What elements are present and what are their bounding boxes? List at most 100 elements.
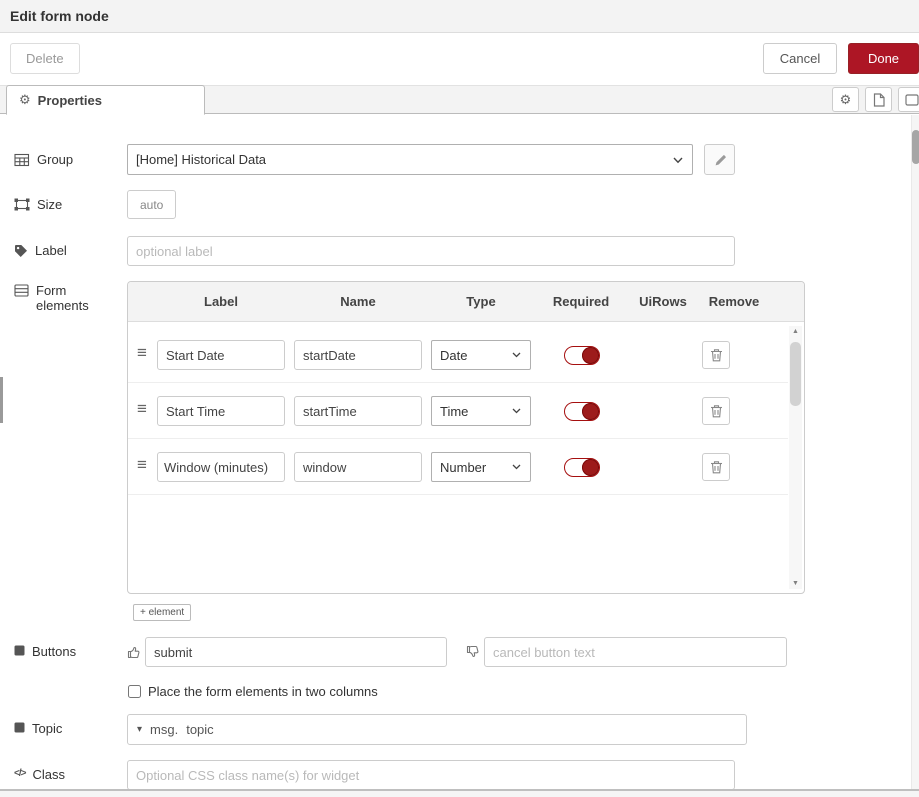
- size-label-text: Size: [37, 197, 62, 212]
- form-element-row: ≡ Time: [128, 383, 788, 439]
- required-toggle[interactable]: [564, 458, 600, 477]
- dialog-title: Edit form node: [0, 0, 919, 33]
- buttons-field-label: Buttons: [14, 644, 76, 659]
- docs-button[interactable]: [865, 87, 892, 112]
- remove-element-button[interactable]: [702, 397, 730, 425]
- element-name-input[interactable]: [294, 452, 422, 482]
- tag-icon: [14, 244, 28, 258]
- form-elements-table: Label Name Type Required UiRows Remove ≡…: [127, 281, 805, 594]
- element-type-value: Number: [440, 460, 486, 475]
- scroll-up-icon[interactable]: ▲: [789, 328, 802, 335]
- form-element-row: ≡ Number: [128, 439, 788, 495]
- delete-button[interactable]: Delete: [10, 43, 80, 74]
- label-input[interactable]: [127, 236, 735, 266]
- left-edge-fragment: [0, 377, 3, 423]
- dialog-bottom-strip: [0, 791, 919, 797]
- node-settings-button[interactable]: ⚙: [832, 87, 859, 112]
- group-field-label: Group: [14, 152, 73, 167]
- remove-element-button[interactable]: [702, 453, 730, 481]
- element-name-input[interactable]: [294, 396, 422, 426]
- object-group-icon: [14, 198, 30, 211]
- two-columns-label: Place the form elements in two columns: [148, 684, 378, 699]
- dialog-toolbar: Delete Cancel Done: [0, 34, 919, 84]
- square-icon: [14, 722, 25, 733]
- gear-icon: ⚙: [19, 92, 31, 108]
- table-scrollbar-thumb[interactable]: [790, 342, 801, 406]
- add-element-button[interactable]: + element: [133, 604, 191, 621]
- class-input[interactable]: [127, 760, 735, 790]
- element-label-input[interactable]: [157, 452, 285, 482]
- layout-icon: [905, 94, 919, 106]
- done-button[interactable]: Done: [848, 43, 919, 74]
- column-header-name: Name: [294, 282, 422, 322]
- edit-group-button[interactable]: [704, 144, 735, 175]
- required-toggle[interactable]: [564, 402, 600, 421]
- drag-handle-icon[interactable]: ≡: [137, 456, 147, 473]
- edit-form-node-dialog: Edit form node Delete Cancel Done ⚙ Prop…: [0, 0, 919, 797]
- trash-icon: [710, 404, 723, 418]
- tab-properties[interactable]: ⚙ Properties: [6, 85, 205, 115]
- buttons-label-text: Buttons: [32, 644, 76, 659]
- class-field-label: </> Class: [14, 767, 65, 782]
- square-icon: [14, 645, 25, 656]
- element-type-select[interactable]: Number: [431, 452, 531, 482]
- table-scrollbar[interactable]: ▲ ▼: [789, 326, 802, 589]
- toggle-knob: [582, 459, 599, 476]
- chevron-down-icon: [512, 352, 521, 358]
- gear-icon: ⚙: [840, 92, 852, 108]
- form-elements-field-label: Form elements: [14, 283, 86, 313]
- properties-panel: Group [Home] Historical Data Size auto: [0, 115, 919, 789]
- column-header-required: Required: [541, 282, 621, 322]
- topic-field-label: Topic: [14, 721, 62, 736]
- element-name-input[interactable]: [294, 340, 422, 370]
- label-label-text: Label: [35, 243, 67, 258]
- column-header-label: Label: [157, 282, 285, 322]
- chevron-down-icon: [512, 464, 521, 470]
- two-columns-checkbox[interactable]: [128, 685, 141, 698]
- dialog-scrollbar-thumb[interactable]: [912, 130, 919, 164]
- drag-handle-icon[interactable]: ≡: [137, 344, 147, 361]
- element-label-input[interactable]: [157, 340, 285, 370]
- topic-label-text: Topic: [32, 721, 62, 736]
- code-icon: </>: [14, 768, 25, 779]
- element-label-input[interactable]: [157, 396, 285, 426]
- remove-element-button[interactable]: [702, 341, 730, 369]
- size-field-label: Size: [14, 197, 62, 212]
- column-header-remove: Remove: [699, 282, 769, 322]
- element-type-select[interactable]: Date: [431, 340, 531, 370]
- drag-handle-icon[interactable]: ≡: [137, 400, 147, 417]
- form-elements-label-text: Form elements: [36, 283, 89, 313]
- dialog-scrollbar[interactable]: [911, 115, 919, 789]
- topic-input[interactable]: [186, 722, 746, 737]
- required-toggle[interactable]: [564, 346, 600, 365]
- group-label-text: Group: [37, 152, 73, 167]
- cancel-button[interactable]: Cancel: [763, 43, 837, 74]
- column-header-uirows: UiRows: [628, 282, 698, 322]
- table-icon: [14, 153, 30, 167]
- class-label-text: Class: [32, 767, 65, 782]
- list-icon: [14, 284, 29, 297]
- form-elements-header: Label Name Type Required UiRows Remove: [128, 282, 804, 322]
- tab-properties-label: Properties: [38, 93, 102, 108]
- size-auto-button[interactable]: auto: [127, 190, 176, 219]
- column-header-type: Type: [431, 282, 531, 322]
- topic-typed-input[interactable]: ▾ msg.: [127, 714, 747, 745]
- label-field-label: Label: [14, 243, 67, 258]
- pencil-icon: [713, 153, 727, 167]
- element-type-value: Date: [440, 348, 467, 363]
- msg-prefix-label[interactable]: msg.: [150, 722, 178, 737]
- file-icon: [873, 93, 885, 107]
- toggle-knob: [582, 403, 599, 420]
- scroll-down-icon[interactable]: ▼: [789, 580, 802, 587]
- submit-button-text-input[interactable]: [145, 637, 447, 667]
- trash-icon: [710, 460, 723, 474]
- group-select[interactable]: [Home] Historical Data: [127, 144, 693, 175]
- chevron-down-icon: [512, 408, 521, 414]
- group-select-value: [Home] Historical Data: [136, 152, 266, 167]
- layout-button[interactable]: [898, 87, 919, 112]
- toggle-knob: [582, 347, 599, 364]
- caret-down-icon[interactable]: ▾: [137, 724, 142, 735]
- element-type-select[interactable]: Time: [431, 396, 531, 426]
- cancel-button-text-input[interactable]: [484, 637, 787, 667]
- thumbs-down-icon: [466, 645, 480, 659]
